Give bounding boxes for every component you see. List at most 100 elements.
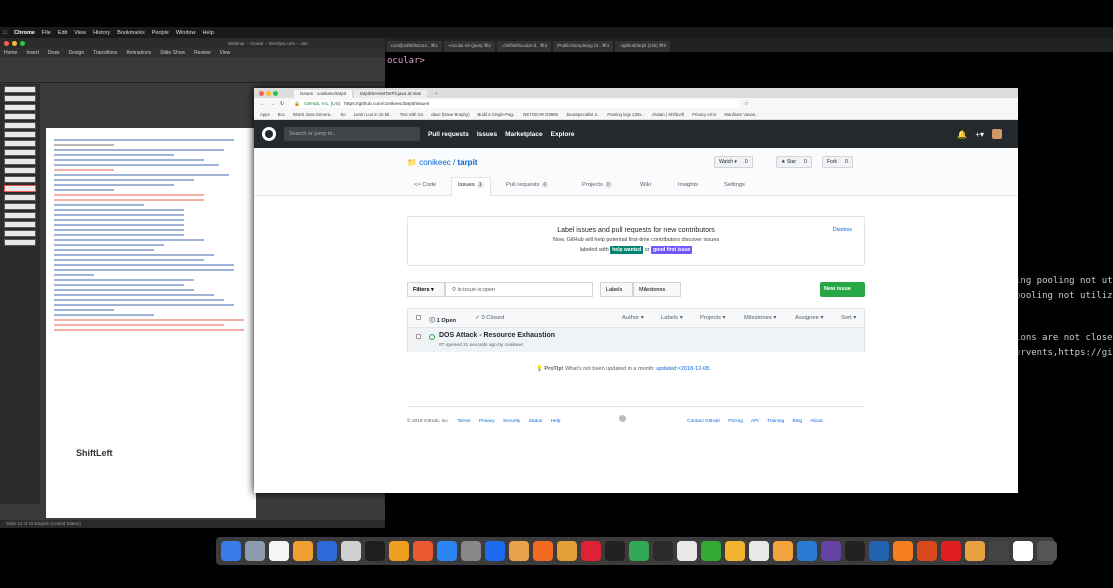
reload-icon[interactable]: ↻ <box>280 101 284 107</box>
issue-checkbox[interactable] <box>416 334 421 339</box>
dock-app-icon[interactable] <box>845 541 865 561</box>
footer-link-help[interactable]: Help <box>551 419 561 424</box>
bookmark-item[interactable]: Text with Go <box>400 112 424 117</box>
footer-link-pricing[interactable]: Pricing <box>728 419 743 424</box>
menubar-item-help[interactable]: Help <box>202 30 213 36</box>
ribbon-tab-home[interactable]: Home <box>4 50 17 56</box>
dock-app-icon[interactable] <box>773 541 793 561</box>
footer-link-security[interactable]: Security <box>503 419 520 424</box>
tab-wiki[interactable]: Wiki <box>640 182 651 188</box>
dock-app-icon[interactable] <box>317 541 337 561</box>
ribbon-tab-review[interactable]: Review <box>194 50 210 56</box>
dock-app-icon[interactable] <box>533 541 553 561</box>
star-button[interactable]: ★ Star 0 <box>776 156 812 168</box>
ribbon-tab-transitions[interactable]: Transitions <box>93 50 117 56</box>
ribbon-toolbar[interactable] <box>0 57 385 83</box>
close-icon[interactable] <box>259 91 264 96</box>
dock-app-icon[interactable] <box>653 541 673 561</box>
issues-search-input[interactable]: ⚲ is:issue is:open <box>445 282 593 297</box>
menubar-item-window[interactable]: Window <box>176 30 196 36</box>
apple-icon[interactable]:  <box>3 30 7 36</box>
dock-app-icon[interactable] <box>581 541 601 561</box>
terminal-prompt[interactable]: ocular> <box>387 56 425 66</box>
ribbon-tab-slideshow[interactable]: Slide Show <box>160 50 185 56</box>
dock-app-icon[interactable] <box>893 541 913 561</box>
nav-issues[interactable]: Issues <box>477 131 497 138</box>
bookmark-item[interactable]: Bcc <box>278 112 285 117</box>
dock-app-icon[interactable] <box>365 541 385 561</box>
label-help-wanted[interactable]: help wanted <box>610 246 644 254</box>
terminal-tab-2[interactable]: ~/ocular-sh (java) ⌘2 <box>443 41 495 52</box>
github-logo-icon[interactable] <box>262 127 276 141</box>
terminal-tab-5[interactable]: ~/github/tarpit (zsh) ⌘5 <box>615 41 670 52</box>
avatar[interactable] <box>992 129 1002 139</box>
new-tab-button[interactable]: + <box>429 90 444 98</box>
dock-app-icon[interactable] <box>917 541 937 561</box>
maximize-icon[interactable] <box>20 40 25 46</box>
sort-filter[interactable]: Sort ▾ <box>841 315 856 321</box>
footer-link-privacy[interactable]: Privacy <box>479 419 495 424</box>
menubar-item-edit[interactable]: Edit <box>58 30 67 36</box>
ribbon-tab-insert[interactable]: Insert <box>26 50 39 56</box>
footer-link-api[interactable]: API <box>751 419 759 424</box>
plus-icon[interactable]: +▾ <box>975 130 984 139</box>
dock-app-icon[interactable] <box>677 541 697 561</box>
bookmark-item[interactable]: Manhiam Vasan.. <box>724 112 757 117</box>
labels-button[interactable]: Labels <box>600 282 633 297</box>
repo-owner-link[interactable]: conikeec <box>419 158 451 167</box>
author-filter[interactable]: Author ▾ <box>622 315 644 321</box>
tab-issues[interactable]: Issues 1 <box>451 177 491 196</box>
nav-explore[interactable]: Explore <box>551 131 575 138</box>
dock-app-icon[interactable] <box>389 541 409 561</box>
protip-link[interactable]: updated:<2018-12-08. <box>656 366 710 372</box>
new-issue-button[interactable]: New issue <box>820 282 865 297</box>
maximize-icon[interactable] <box>273 91 278 96</box>
dock-app-icon[interactable] <box>413 541 433 561</box>
dock-app-icon[interactable] <box>557 541 577 561</box>
minimize-icon[interactable] <box>12 40 17 46</box>
notifications-icon[interactable]: 🔔 <box>957 130 967 139</box>
github-mark-icon[interactable] <box>618 415 626 422</box>
menubar-item-bookmarks[interactable]: Bookmarks <box>117 30 145 36</box>
assignee-filter[interactable]: Assignee ▾ <box>795 315 823 321</box>
menubar-item-file[interactable]: File <box>42 30 51 36</box>
nav-pull-requests[interactable]: Pull requests <box>428 131 469 138</box>
repo-name-link[interactable]: tarpit <box>457 158 477 167</box>
dock-app-icon[interactable] <box>461 541 481 561</box>
dock-app-icon[interactable] <box>629 541 649 561</box>
footer-link-blog[interactable]: Blog <box>793 419 803 424</box>
tab-code[interactable]: <> Code <box>414 182 436 188</box>
terminal-tab-1[interactable]: root@a3f60b2ca4.. ⌘1 <box>387 41 442 52</box>
dock-app-icon[interactable] <box>437 541 457 561</box>
ribbon-tab-design[interactable]: Design <box>69 50 85 56</box>
footer-link-about[interactable]: About <box>810 419 823 424</box>
footer-link-status[interactable]: Status <box>529 419 543 424</box>
dock-app-icon[interactable] <box>941 541 961 561</box>
bookmark-item[interactable]: BNnS Java Genera.. <box>293 112 332 117</box>
minimize-icon[interactable] <box>266 91 271 96</box>
dock-app-icon[interactable] <box>509 541 529 561</box>
footer-link-terms[interactable]: Terms <box>457 419 470 424</box>
footer-link-contact[interactable]: Contact GitHub <box>687 419 720 424</box>
forward-icon[interactable]: → <box>270 101 275 107</box>
label-good-first-issue[interactable]: good first issue <box>651 246 693 254</box>
bookmark-item[interactable]: Apps <box>260 112 270 117</box>
issue-row[interactable]: DOS Attack - Resource Exhaustion #7 open… <box>408 328 864 352</box>
menubar-item-history[interactable]: History <box>93 30 110 36</box>
ribbon-tab-animations[interactable]: Animations <box>126 50 151 56</box>
terminal-tab-4[interactable]: /Public/sample/pg (S.. ⌘4 <box>553 41 614 52</box>
dock-app-icon[interactable] <box>485 541 505 561</box>
menubar-item-view[interactable]: View <box>74 30 86 36</box>
dock-app-icon[interactable] <box>293 541 313 561</box>
terminal-tab-3[interactable]: ../shiftleft/ocular-d.. ⌘3 <box>496 41 552 52</box>
milestones-button[interactable]: Milestones <box>633 282 681 297</box>
close-icon[interactable] <box>4 40 9 46</box>
browser-tab-source[interactable]: tarpit/ServletTarPit.java at mas <box>354 90 428 98</box>
filters-dropdown[interactable]: Filters ▾ <box>407 282 445 297</box>
tab-insights[interactable]: Insights <box>678 182 698 188</box>
dock-app-icon[interactable] <box>605 541 625 561</box>
projects-filter[interactable]: Projects ▾ <box>700 315 725 321</box>
bookmark-item[interactable]: Build a Single-Pag.. <box>478 112 516 117</box>
closed-issues-filter[interactable]: ✓ 0 Closed <box>475 315 504 321</box>
dock-app-icon[interactable] <box>989 541 1009 561</box>
